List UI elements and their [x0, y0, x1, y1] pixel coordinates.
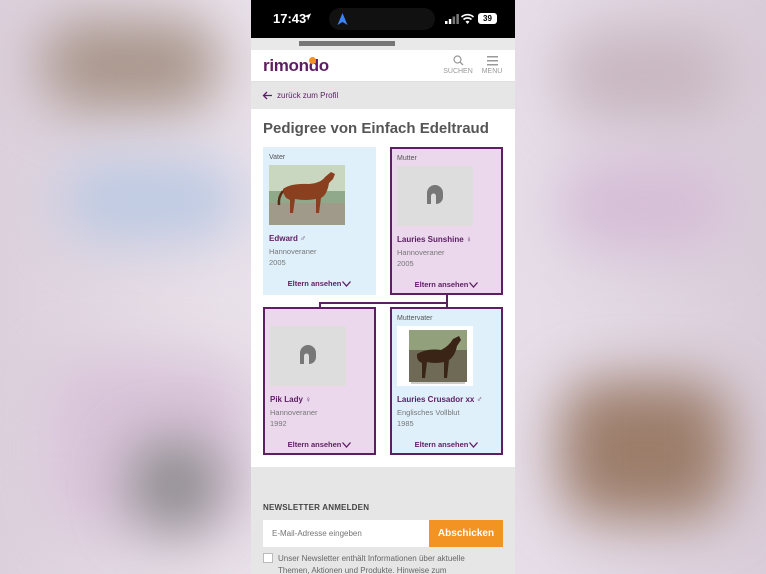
female-symbol: ♀: [465, 235, 472, 244]
horse-name: Edward: [269, 234, 298, 243]
female-symbol: ♀: [305, 395, 312, 404]
pedigree-card-vater: Vater Edward ♂ Hannoveraner 2005 Eltern …: [263, 147, 376, 295]
chevron-down-icon: [469, 282, 479, 288]
horse-breed: Hannoveraner: [270, 408, 318, 417]
photo-placeholder[interactable]: [270, 326, 346, 386]
horse-breed: Englisches Vollblut: [397, 408, 460, 417]
pedigree-connector: [319, 302, 448, 304]
card-role: Muttervater: [397, 315, 433, 322]
chevron-down-icon: [342, 281, 352, 287]
horse-year: 2005: [269, 258, 286, 267]
newsletter-submit-button[interactable]: Abschicken: [429, 520, 503, 547]
status-time: 17:43: [273, 11, 307, 26]
pedigree-card-vatermutter: Pik Lady ♀ Hannoveraner 1992 Eltern anse…: [263, 307, 376, 455]
rimondo-logo[interactable]: rimondo: [263, 56, 329, 76]
navigation-icon: [337, 13, 348, 25]
newsletter-section: NEWSLETTER ANMELDEN Abschicken Unser New…: [251, 467, 515, 574]
battery-indicator: 39: [478, 13, 497, 24]
horse-year: 1985: [397, 419, 414, 428]
newsletter-consent-checkbox[interactable]: [263, 553, 273, 563]
horse-name: Lauries Sunshine: [397, 235, 464, 244]
menu-button[interactable]: MENU: [475, 55, 509, 75]
view-parents-label: Eltern ansehen: [414, 440, 469, 449]
card-role: Mutter: [397, 155, 417, 162]
bg-blob: [130, 440, 220, 530]
view-parents-label: Eltern ansehen: [287, 279, 342, 288]
view-parents-label: Eltern ansehen: [287, 440, 342, 449]
horse-breed: Hannoveraner: [269, 247, 317, 256]
card-role: Vater: [269, 154, 286, 161]
newsletter-email-input[interactable]: [263, 520, 429, 547]
search-icon: [452, 55, 463, 66]
horse-photo-image: [269, 165, 345, 225]
horse-photo-image: [397, 326, 473, 386]
status-bar: 17:43 39: [251, 0, 515, 38]
bg-blob: [560, 30, 730, 120]
search-label: SUCHEN: [443, 68, 473, 75]
rimondo-placeholder-icon: [300, 345, 316, 364]
horse-breed: Hannoveraner: [397, 248, 445, 257]
back-to-profile-link[interactable]: zurück zum Profil: [251, 82, 515, 109]
hamburger-menu-icon: [486, 56, 498, 66]
pedigree-card-muttervater: Muttervater Lauries Crusador xx ♂ Englis…: [390, 307, 503, 455]
male-symbol: ♂: [300, 234, 307, 243]
chevron-down-icon: [469, 442, 479, 448]
horse-name: Lauries Crusador xx: [397, 395, 475, 404]
wifi-icon: [461, 13, 474, 24]
back-link-label: zurück zum Profil: [277, 91, 339, 100]
horse-photo[interactable]: [269, 165, 345, 225]
view-parents-button[interactable]: Eltern ansehen: [264, 279, 375, 288]
horse-name-link[interactable]: Pik Lady ♀: [270, 395, 311, 404]
search-button[interactable]: SUCHEN: [441, 55, 475, 75]
view-parents-button[interactable]: Eltern ansehen: [265, 440, 374, 449]
rimondo-placeholder-icon: [427, 185, 443, 204]
bg-blob: [560, 160, 730, 250]
horse-name: Pik Lady: [270, 395, 303, 404]
ad-banner-image: [299, 41, 395, 46]
site-header: rimondo SUCHEN MENU: [251, 50, 515, 82]
signal-icon: [445, 14, 459, 24]
location-arrow-icon: [303, 13, 312, 21]
horse-name-link[interactable]: Lauries Sunshine ♀: [397, 235, 472, 244]
pedigree-card-mutter: Mutter Lauries Sunshine ♀ Hannoveraner 2…: [390, 147, 503, 295]
photo-placeholder[interactable]: [397, 166, 473, 226]
view-parents-button[interactable]: Eltern ansehen: [392, 440, 501, 449]
horse-name-link[interactable]: Edward ♂: [269, 234, 306, 243]
view-parents-label: Eltern ansehen: [414, 280, 469, 289]
bg-blob: [40, 20, 220, 110]
chevron-down-icon: [342, 442, 352, 448]
arrow-left-icon: [262, 91, 272, 100]
newsletter-consent-text: Unser Newsletter enthält Informationen ü…: [278, 554, 465, 574]
page-title: Pedigree von Einfach Edeltraud: [263, 120, 489, 137]
newsletter-title: NEWSLETTER ANMELDEN: [263, 503, 370, 512]
dynamic-island: [329, 8, 435, 30]
horse-year: 2005: [397, 259, 414, 268]
logo-mark: [309, 57, 316, 64]
phone-screen: 17:43 39 rimondo SUCHEN MENU zurück zum …: [251, 0, 515, 574]
view-parents-button[interactable]: Eltern ansehen: [392, 280, 501, 289]
horse-photo[interactable]: [397, 326, 473, 386]
menu-label: MENU: [481, 68, 503, 75]
male-symbol: ♂: [476, 395, 483, 404]
pedigree-section: Pedigree von Einfach Edeltraud Vater Edw…: [251, 109, 515, 467]
ad-banner[interactable]: [251, 38, 515, 50]
horse-year: 1992: [270, 419, 287, 428]
bg-blob: [560, 380, 730, 520]
bg-blob: [60, 160, 240, 240]
horse-name-link[interactable]: Lauries Crusador xx ♂: [397, 395, 483, 404]
